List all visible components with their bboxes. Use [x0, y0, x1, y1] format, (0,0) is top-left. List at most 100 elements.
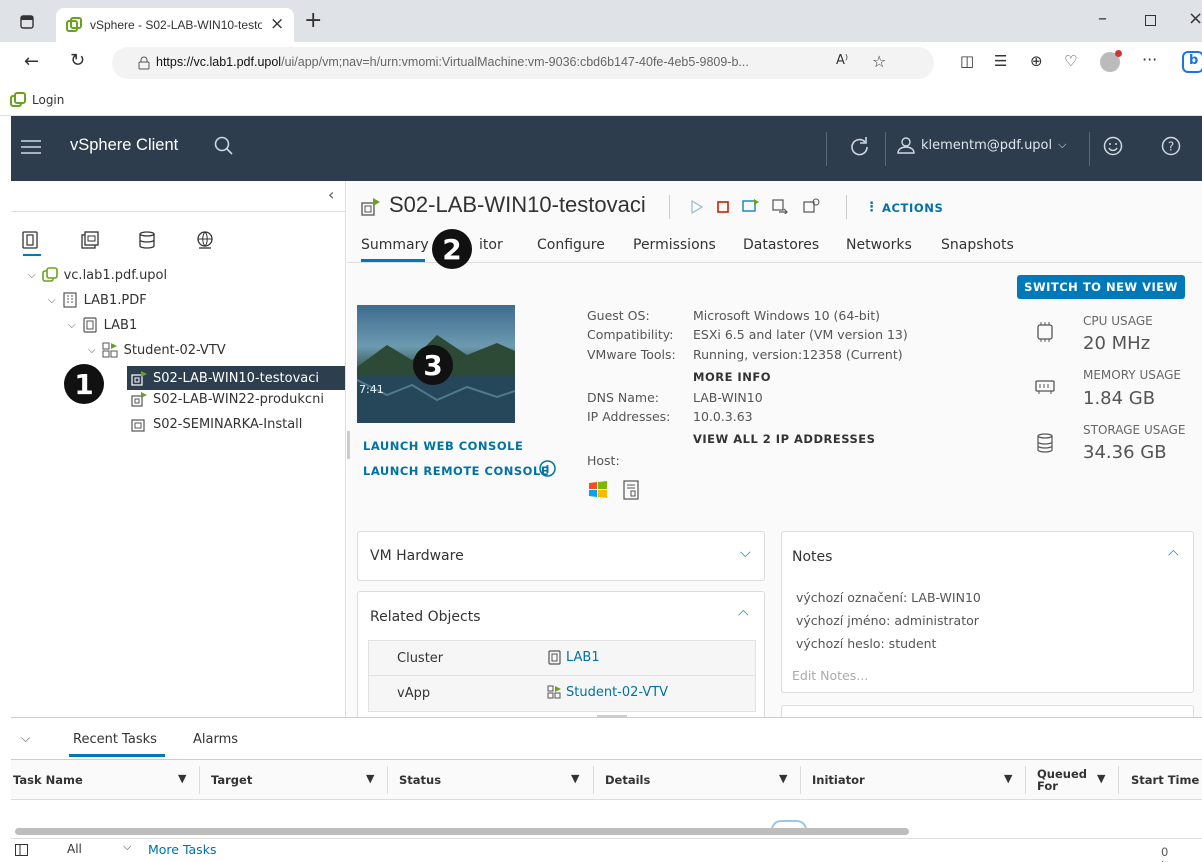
- tree-node-vm[interactable]: S02-SEMINARKA-Install: [131, 416, 302, 432]
- col-task-name[interactable]: Task Name: [13, 760, 193, 800]
- tree-node-datacenter[interactable]: ⌵ LAB1.PDF: [48, 292, 147, 308]
- vm-hardware-card[interactable]: VM Hardware ⌵: [357, 531, 765, 581]
- view-all-ip-link[interactable]: VIEW ALL 2 IP ADDRESSES: [693, 432, 875, 446]
- chevron-down-icon[interactable]: ⌵: [68, 320, 76, 331]
- filter-icon[interactable]: ▼: [1004, 772, 1012, 785]
- browser-tab[interactable]: vSphere - S02-LAB-WIN10-testov ×: [56, 8, 294, 42]
- inventory-sidebar: ‹ ⌵ vc.lab1.pdf.upol ⌵ LAB1.PDF ⌵ LAB1 ⌵…: [11, 181, 346, 717]
- new-vm-icon[interactable]: [802, 198, 820, 214]
- vms-templates-view-icon[interactable]: [81, 231, 99, 249]
- performance-icon[interactable]: ♡: [1064, 52, 1077, 70]
- tab-datastores[interactable]: Datastores: [743, 237, 819, 253]
- back-icon[interactable]: ←: [24, 51, 39, 72]
- tree-node-vm-selected[interactable]: S02-LAB-WIN10-testovaci: [127, 366, 345, 390]
- horizontal-scrollbar[interactable]: [15, 828, 909, 835]
- switch-to-new-view-button[interactable]: SWITCH TO NEW VIEW: [1017, 275, 1185, 299]
- search-icon[interactable]: [214, 136, 234, 156]
- storage-view-icon[interactable]: [138, 231, 156, 249]
- hosts-clusters-view-icon[interactable]: [21, 231, 39, 249]
- collapse-sidebar-icon[interactable]: ‹: [328, 185, 334, 204]
- filter-icon[interactable]: ▼: [178, 772, 186, 785]
- close-window-icon[interactable]: ×: [1188, 8, 1202, 29]
- chevron-up-icon[interactable]: ⌵: [738, 606, 749, 622]
- chevron-down-icon[interactable]: ⌵: [28, 270, 36, 281]
- filter-icon[interactable]: ▼: [366, 772, 374, 785]
- chevron-down-icon[interactable]: ⌵: [123, 840, 131, 854]
- filter-icon[interactable]: ▼: [779, 772, 787, 785]
- related-cluster-link[interactable]: LAB1: [547, 650, 600, 665]
- more-menu-icon[interactable]: ···: [1142, 50, 1157, 69]
- tab-permissions[interactable]: Permissions: [633, 237, 716, 253]
- chevron-down-icon[interactable]: ⌵: [88, 345, 96, 356]
- tab-networks[interactable]: Networks: [846, 237, 912, 253]
- power-off-icon[interactable]: [717, 201, 729, 213]
- launch-web-console-link[interactable]: LAUNCH WEB CONSOLE: [363, 439, 523, 453]
- vm-powered-off-icon: [131, 419, 145, 432]
- host-label: Host:: [587, 453, 620, 468]
- edit-notes-link[interactable]: Edit Notes...: [792, 668, 868, 683]
- split-screen-icon[interactable]: ◫: [960, 52, 974, 70]
- tree-node-cluster[interactable]: ⌵ LAB1: [68, 317, 137, 333]
- chevron-down-icon[interactable]: ⌵: [48, 295, 56, 306]
- col-start-time[interactable]: Start Time: [1131, 760, 1202, 800]
- launch-remote-console-link[interactable]: LAUNCH REMOTE CONSOLE: [363, 464, 549, 478]
- hamburger-menu-icon[interactable]: [21, 139, 41, 155]
- maximize-icon[interactable]: [1145, 15, 1156, 26]
- tab-alarms[interactable]: Alarms: [193, 732, 238, 747]
- user-menu[interactable]: klementm@pdf.upol ⌵: [897, 136, 1066, 154]
- profile-avatar[interactable]: [1100, 50, 1122, 72]
- login-bookmark[interactable]: Login: [10, 92, 64, 108]
- app-title[interactable]: vSphere Client: [70, 136, 178, 155]
- help-icon[interactable]: ?: [1161, 136, 1181, 156]
- minimize-icon[interactable]: –: [1098, 8, 1107, 29]
- col-status[interactable]: Status: [399, 760, 559, 800]
- bing-icon[interactable]: b: [1182, 51, 1202, 73]
- close-tab-icon[interactable]: ×: [270, 14, 284, 34]
- related-vapp-link[interactable]: Student-02-VTV: [547, 685, 668, 700]
- power-on-icon[interactable]: [691, 200, 703, 214]
- collapse-tasks-icon[interactable]: ⌵: [21, 731, 30, 746]
- dns-name-label: DNS Name:: [587, 390, 659, 405]
- more-tasks-link[interactable]: More Tasks: [148, 842, 216, 857]
- chevron-up-icon[interactable]: ⌵: [1168, 546, 1179, 562]
- chevron-down-icon[interactable]: ⌵: [740, 545, 751, 561]
- tree-node-vcenter[interactable]: ⌵ vc.lab1.pdf.upol: [28, 267, 167, 283]
- vapp-icon: [102, 342, 118, 358]
- collections-icon[interactable]: ⊕: [1030, 52, 1043, 70]
- tree-node-vapp[interactable]: ⌵ Student-02-VTV: [88, 342, 226, 358]
- tab-snapshots[interactable]: Snapshots: [941, 237, 1014, 253]
- favorites-icon[interactable]: ☰: [994, 52, 1007, 70]
- host-server-icon[interactable]: [623, 480, 639, 500]
- filter-icon[interactable]: ▼: [1097, 772, 1105, 785]
- tasks-filter-select[interactable]: All: [67, 842, 82, 856]
- tab-recent-tasks[interactable]: Recent Tasks: [73, 732, 157, 747]
- refresh-icon[interactable]: ↻: [70, 50, 85, 71]
- column-toggle-icon[interactable]: [15, 844, 28, 856]
- networking-view-icon[interactable]: [196, 231, 214, 249]
- url-field[interactable]: https://vc.lab1.pdf.upol/ui/app/vm;nav=h…: [112, 47, 934, 79]
- new-tab-icon[interactable]: +: [304, 8, 322, 33]
- col-details[interactable]: Details: [605, 760, 765, 800]
- filter-icon[interactable]: ▼: [571, 772, 579, 785]
- info-icon[interactable]: i: [539, 460, 556, 477]
- col-target[interactable]: Target: [211, 760, 361, 800]
- tab-actions-icon[interactable]: [20, 15, 34, 29]
- refresh-icon[interactable]: [849, 136, 869, 156]
- more-info-link[interactable]: MORE INFO: [693, 370, 771, 384]
- feedback-smiley-icon[interactable]: [1103, 136, 1123, 156]
- tab-configure[interactable]: Configure: [537, 237, 605, 253]
- tree-node-vm[interactable]: S02-LAB-WIN22-produkcni: [131, 391, 324, 407]
- actions-menu[interactable]: ⋮ ACTIONS: [865, 200, 943, 215]
- read-aloud-icon[interactable]: A⁾: [836, 53, 848, 68]
- cluster-icon: [82, 317, 97, 333]
- favorite-star-icon[interactable]: ☆: [872, 52, 886, 71]
- tab-summary[interactable]: Summary: [361, 237, 429, 253]
- annotation-badge-2: 2: [432, 229, 472, 269]
- col-initiator[interactable]: Initiator: [812, 760, 992, 800]
- datacenter-icon: [62, 292, 77, 308]
- open-console-icon[interactable]: [742, 198, 760, 214]
- url-host: https://vc.lab1.pdf.upol: [156, 55, 282, 69]
- tab-monitor[interactable]: itor: [479, 237, 503, 253]
- migrate-icon[interactable]: [771, 198, 789, 214]
- col-queued-for[interactable]: Queued For: [1037, 760, 1087, 800]
